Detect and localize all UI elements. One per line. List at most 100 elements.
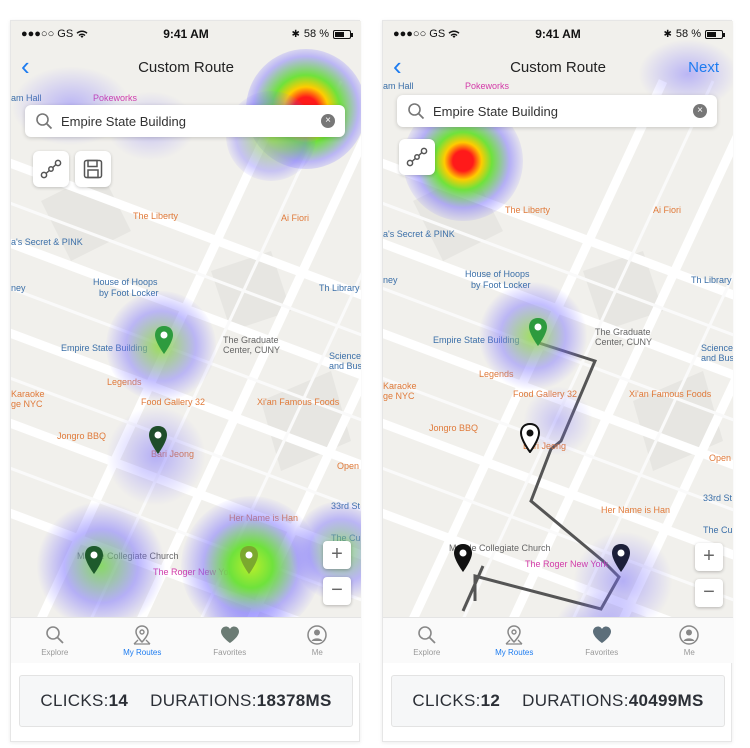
map-label: am Hall (11, 93, 42, 103)
tab-label: Favorites (213, 648, 247, 657)
map-label: The Graduate (595, 327, 651, 337)
map-label: Food Gallery 32 (513, 389, 578, 399)
phone-screen: am Hall Pokeworks The Liberty Ai Fiori a… (383, 21, 733, 663)
back-chevron-icon[interactable]: ‹ (393, 53, 417, 79)
stats-bar: CLICKS:14 DURATIONS:18378MS (19, 675, 353, 727)
clear-icon[interactable]: × (321, 114, 335, 128)
carrier: ●●●○○ GS (393, 28, 460, 40)
clear-icon[interactable]: × (693, 104, 707, 118)
zoom-out-button[interactable]: − (323, 577, 351, 605)
map-label: Ai Fiori (281, 213, 310, 223)
map-pin-icon[interactable] (154, 325, 174, 355)
map-label: Food Gallery 32 (141, 397, 206, 407)
route-icon (40, 159, 62, 179)
heart-icon (220, 626, 239, 643)
status-bar: ●●●○○ GS 9:41 AM ✱ 58 % (11, 21, 361, 47)
heart-icon (592, 626, 611, 643)
map-label: Open (337, 461, 360, 471)
status-right: ✱ 58 % (664, 28, 725, 40)
next-button[interactable]: Next (688, 59, 719, 76)
map-pin-icon[interactable] (84, 545, 104, 575)
search-icon (36, 113, 53, 130)
map-label: by Foot Locker (99, 288, 159, 298)
tab-label: Me (311, 648, 323, 657)
map-pin-icon[interactable] (453, 543, 473, 573)
left-screenshot-panel: am Hall Pokeworks The Liberty Ai Fiori a… (10, 20, 361, 742)
save-button[interactable] (75, 151, 111, 187)
location-pin-icon (505, 625, 523, 645)
page-title: Custom Route (138, 58, 234, 76)
battery-percent: 58 % (675, 28, 701, 40)
map-label: Pokeworks (93, 93, 138, 103)
zoom-in-button[interactable]: + (323, 541, 351, 569)
map-label: 33rd St (703, 493, 733, 503)
search-input[interactable]: Empire State Building × (25, 105, 345, 137)
route-button[interactable] (33, 151, 69, 187)
search-value: Empire State Building (433, 103, 559, 119)
map-label: Th Library & (319, 283, 361, 293)
zoom-out-button[interactable]: − (695, 579, 723, 607)
map-pin-icon[interactable] (239, 545, 259, 575)
floppy-disk-icon (83, 159, 103, 179)
tab-me[interactable]: Me (646, 618, 734, 663)
user-icon (679, 625, 699, 645)
map-label: ney (383, 275, 398, 285)
map-label: The Liberty (505, 205, 551, 215)
map-pin-icon[interactable] (611, 543, 631, 573)
search-input[interactable]: Empire State Building × (397, 95, 717, 127)
battery-percent: 58 % (303, 28, 329, 40)
map-label: Karaoke (383, 381, 417, 391)
map-label: Jongro BBQ (57, 431, 107, 441)
clicks-stat: CLICKS:14 (40, 691, 129, 710)
map-label: The Liberty (133, 211, 179, 221)
map-label: a's Secret & PINK (383, 229, 455, 239)
location-pin-icon (133, 625, 151, 645)
map-label: ge NYC (383, 391, 415, 401)
map-label: by Foot Locker (471, 280, 531, 290)
tab-my-routes[interactable]: My Routes (99, 618, 187, 663)
map-label: Science (329, 351, 361, 361)
tab-label: Favorites (585, 648, 619, 657)
user-icon (307, 625, 327, 645)
search-icon (408, 103, 425, 120)
wifi-icon (76, 30, 88, 38)
map-label: Jongro BBQ (429, 423, 479, 433)
map-label: Th Library & (691, 275, 733, 285)
page-title: Custom Route (510, 58, 606, 76)
map-pin-icon[interactable] (148, 425, 168, 455)
map-label: Karaoke (11, 389, 45, 399)
tab-explore[interactable]: Explore (383, 618, 471, 663)
map-label: Empire State Building (433, 335, 520, 345)
tab-bar: Explore My Routes Favorites Me (11, 617, 361, 663)
stats-bar: CLICKS:12 DURATIONS:40499MS (391, 675, 725, 727)
zoom-in-button[interactable]: + (695, 543, 723, 571)
tab-label: My Routes (495, 648, 534, 657)
map-label: The Roger New York (153, 567, 237, 577)
map-label: Ai Fiori (653, 205, 682, 215)
map-label: The Roger New York (525, 559, 609, 569)
tab-me[interactable]: Me (274, 618, 362, 663)
battery-icon (705, 29, 725, 39)
tab-favorites[interactable]: Favorites (558, 618, 646, 663)
route-button[interactable] (399, 139, 435, 175)
nav-bar: ‹ Custom Route (11, 47, 361, 87)
map-label: 33rd St (331, 501, 361, 511)
tab-bar: Explore My Routes Favorites Me (383, 617, 733, 663)
map-pin-icon[interactable] (520, 423, 540, 453)
map-label: a's Secret & PINK (11, 237, 83, 247)
wifi-icon (448, 30, 460, 38)
status-right: ✱ 58 % (292, 28, 353, 40)
durations-stat: DURATIONS:18378MS (150, 691, 332, 710)
map-label: Legends (107, 377, 142, 387)
tab-favorites[interactable]: Favorites (186, 618, 274, 663)
tab-explore[interactable]: Explore (11, 618, 99, 663)
map-label: and Bus (701, 353, 733, 363)
back-chevron-icon[interactable]: ‹ (21, 53, 45, 79)
map-label: House of Hoops (465, 269, 530, 279)
map-label: Xi'an Famous Foods (257, 397, 340, 407)
map-label: Center, CUNY (223, 345, 281, 355)
tab-my-routes[interactable]: My Routes (471, 618, 559, 663)
map-pin-icon[interactable] (528, 317, 548, 347)
map-label: ney (11, 283, 26, 293)
tab-label: Explore (41, 648, 69, 657)
